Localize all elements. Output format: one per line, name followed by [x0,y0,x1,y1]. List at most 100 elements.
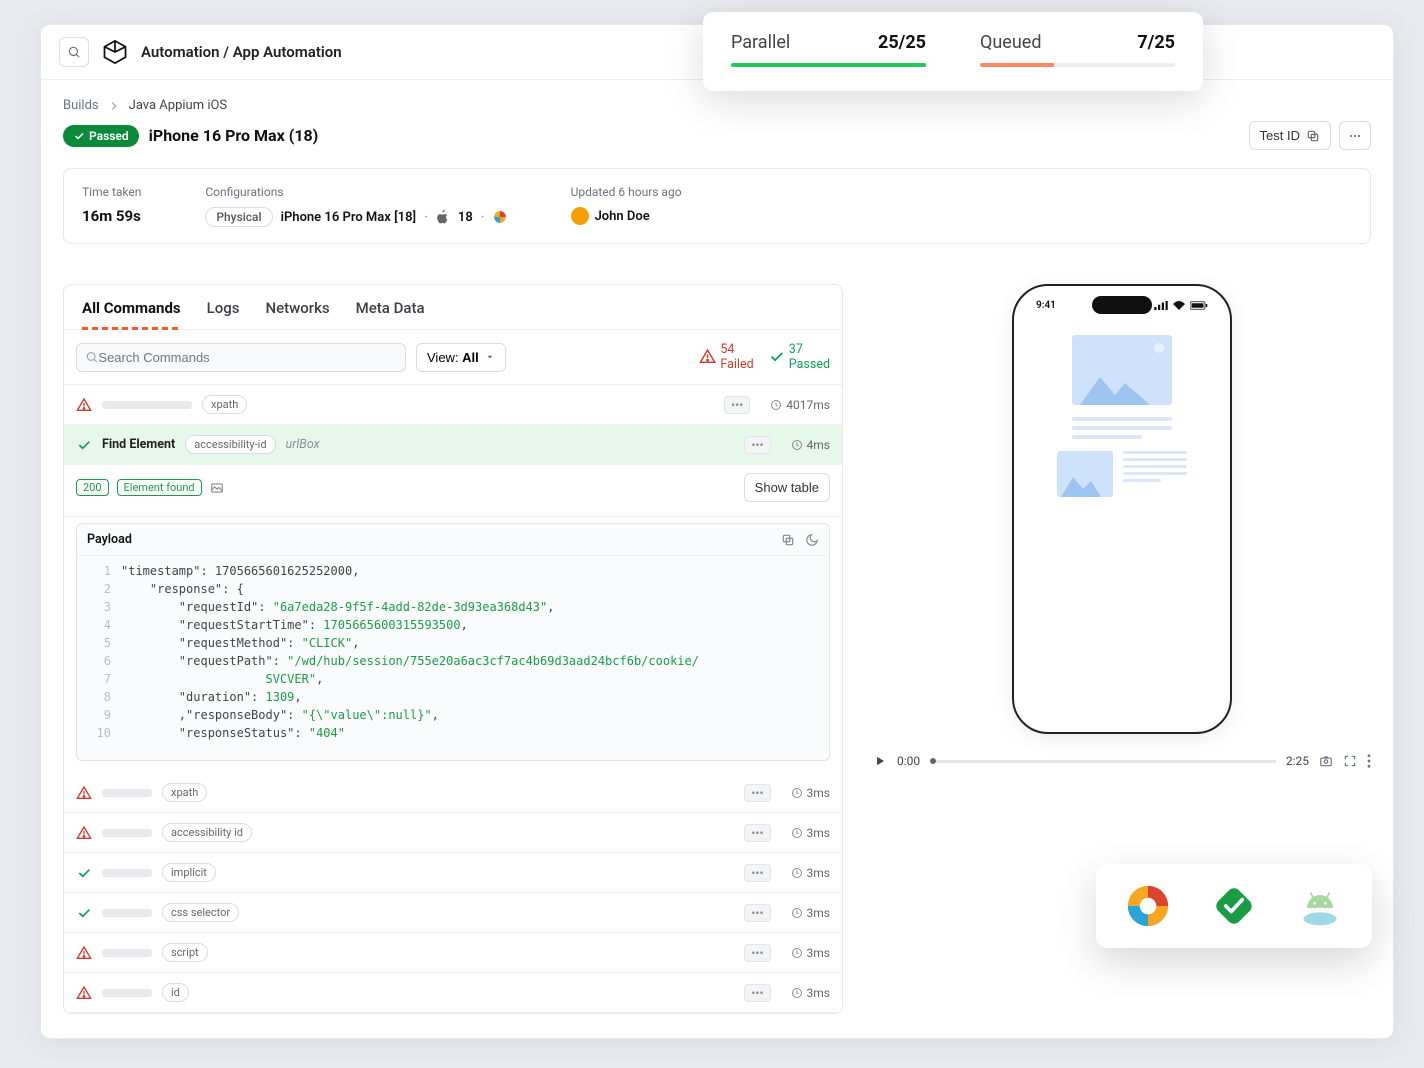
queue-queued-bar [980,63,1175,67]
copy-icon [1306,129,1320,143]
clock-icon [791,987,803,999]
search-button[interactable] [59,37,89,67]
payload-code: 1"timestamp": 1705665601625252000, 2 "re… [77,556,829,760]
locator-tag: id [162,983,189,1002]
header-section: Builds Java Appium iOS Passed iPhone 16 … [41,80,1393,284]
locator-value: urlBox [286,437,320,452]
command-row[interactable]: css selector ••• 3ms [64,893,842,933]
row-more-icon[interactable]: ••• [744,944,770,962]
skeleton [102,401,192,409]
copy-icon[interactable] [781,533,795,547]
skeleton [102,829,152,837]
queue-queued-label: Queued [980,32,1041,53]
passed-badge-icon [1212,884,1256,928]
battery-icon [1190,301,1208,310]
test-id-button[interactable]: Test ID [1249,121,1331,150]
commands-toolbar: View: All 54 Failed 37 Passed [64,330,842,385]
row-time: 3ms [791,986,830,1000]
row-more-icon[interactable]: ••• [744,984,770,1002]
row-more-icon[interactable]: ••• [724,396,750,414]
avatar [571,207,589,225]
check-icon [76,905,92,921]
row-more-icon[interactable]: ••• [744,864,770,882]
apple-icon [436,210,450,224]
tabs: All Commands Logs Networks Meta Data [64,285,842,330]
http-status: 200 [76,479,109,496]
search-icon [67,45,81,59]
meta-updated-label: Updated 6 hours ago [571,185,682,199]
command-row[interactable]: id ••• 3ms [64,973,842,1013]
more-vertical-icon[interactable] [1367,754,1371,768]
meta-updated: Updated 6 hours ago John Doe [571,185,682,225]
screenshot-icon[interactable] [210,481,224,495]
command-row[interactable]: xpath•••3ms [64,773,842,813]
status-badge-label: Passed [89,129,129,143]
camera-icon[interactable] [1319,754,1333,768]
skeleton [102,789,152,797]
row-more-icon[interactable]: ••• [744,904,770,922]
play-icon[interactable] [873,754,887,768]
check-icon [76,437,92,453]
more-button[interactable] [1339,121,1371,150]
status-badge: Passed [63,125,139,147]
queue-parallel: Parallel 25/25 [731,32,926,67]
meta-time: Time taken 16m 59s [82,185,141,225]
tab-networks[interactable]: Networks [265,299,329,329]
show-table-button[interactable]: Show table [744,473,830,502]
scrubber[interactable] [930,760,1276,763]
crumb-builds[interactable]: Builds [63,98,99,113]
view-filter[interactable]: View: All [416,343,506,372]
command-row[interactable]: xpath ••• 4017ms [64,385,842,425]
search-commands[interactable] [76,343,406,372]
video-player: 0:00 2:25 [873,754,1371,768]
row-time: 3ms [791,906,830,920]
moon-icon[interactable] [805,533,819,547]
queue-status-card: Parallel 25/25 Queued 7/25 [703,12,1203,91]
warning-icon [699,348,716,365]
locator-tag: implicit [162,863,216,882]
skeleton [102,869,152,877]
result-label: Element found [117,479,202,496]
user-name: John Doe [595,209,650,224]
locator-tag: accessibility id [162,823,252,842]
warning-icon [76,985,92,1001]
check-icon [73,130,85,142]
queue-parallel-value: 25/25 [878,32,926,53]
command-row[interactable]: script•••3ms [64,933,842,973]
row-time: 3ms [791,786,830,800]
row-time: 3ms [791,866,830,880]
row-more-icon[interactable]: ••• [744,436,770,454]
page-title: iPhone 16 Pro Max (18) [149,126,319,145]
queue-parallel-label: Parallel [731,32,790,53]
tab-all-commands[interactable]: All Commands [82,299,181,329]
browserstack-icon [1126,884,1170,928]
tab-logs[interactable]: Logs [207,299,240,329]
player-duration: 2:25 [1286,754,1309,768]
command-row[interactable]: implicit ••• 3ms [64,853,842,893]
chevron-down-icon [485,352,495,362]
device-name: iPhone 16 Pro Max [18] [281,210,416,225]
breadcrumb-trail: Builds Java Appium iOS [63,98,1371,113]
row-more-icon[interactable]: ••• [744,824,770,842]
search-input[interactable] [98,350,397,365]
meta-time-label: Time taken [82,185,141,199]
screen-image-placeholder [1072,335,1172,405]
locator-tag: css selector [162,903,239,922]
payload-block: Payload 1"timestamp": 170566560162525200… [76,523,830,761]
locator-tag: xpath [202,395,247,414]
phone-time: 9:41 [1036,300,1056,311]
tab-meta-data[interactable]: Meta Data [356,299,425,329]
row-more-icon[interactable]: ••• [744,784,770,802]
payload-label: Payload [87,532,132,547]
failed-count: 54 Failed [699,342,753,372]
meta-time-value: 16m 59s [82,207,141,225]
command-row[interactable]: accessibility id•••3ms [64,813,842,853]
player-current: 0:00 [897,754,920,768]
clock-icon [770,399,782,411]
row-time: 3ms [791,946,830,960]
crumb-current: Java Appium iOS [129,98,228,113]
test-id-label: Test ID [1260,128,1300,143]
command-row-selected[interactable]: Find Element accessibility-id urlBox •••… [64,425,842,465]
fullscreen-icon[interactable] [1343,754,1357,768]
commands-panel: All Commands Logs Networks Meta Data Vie… [63,284,843,1014]
